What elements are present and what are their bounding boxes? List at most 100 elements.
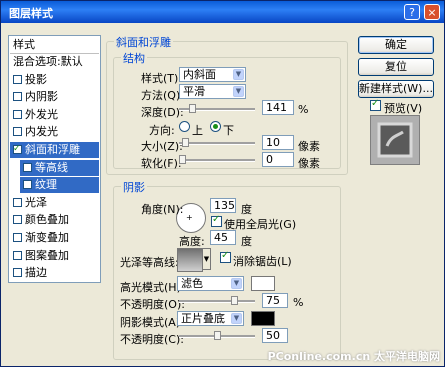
style-checkbox[interactable] xyxy=(13,74,22,84)
soften-input[interactable]: 0 xyxy=(262,152,294,167)
highlight-mode-label: 高光模式(H): xyxy=(120,281,185,294)
title-bar: 图层样式 ? × xyxy=(1,1,444,23)
style-checkbox[interactable] xyxy=(13,250,22,260)
style-preview-swatch xyxy=(370,115,420,165)
highlight-opacity-thumb[interactable] xyxy=(230,296,238,305)
new-style-button[interactable]: 新建样式(W)... xyxy=(358,80,434,98)
chevron-down-icon[interactable]: ▼ xyxy=(202,248,211,270)
direction-down-radio[interactable] xyxy=(210,121,221,132)
style-list-item-label: 等高线 xyxy=(35,160,68,174)
highlight-opacity-label: 不透明度(O): xyxy=(120,298,185,311)
soften-slider-thumb[interactable] xyxy=(179,155,186,164)
style-list-item[interactable]: 混合选项:默认 xyxy=(10,54,102,70)
style-list-item-label: 描边 xyxy=(25,266,47,280)
highlight-opacity-track[interactable] xyxy=(179,300,255,303)
angle-input[interactable]: 135 xyxy=(210,198,236,213)
size-input[interactable]: 10 xyxy=(262,135,294,150)
direction-label: 方向: xyxy=(149,124,175,137)
bevel-preview-icon xyxy=(377,122,413,158)
highlight-mode-select[interactable]: 滤色 ▼ xyxy=(177,276,244,291)
style-list-item[interactable]: 图案叠加 xyxy=(10,248,99,264)
style-checkbox[interactable] xyxy=(13,268,22,278)
style-list-item[interactable]: 外发光 xyxy=(10,107,99,123)
chevron-down-icon: ▼ xyxy=(231,313,242,324)
highlight-color-swatch[interactable] xyxy=(251,276,275,291)
style-checkbox[interactable] xyxy=(13,127,22,137)
angle-label: 角度(N): xyxy=(141,203,184,216)
anti-alias-checkbox[interactable] xyxy=(220,250,231,263)
direction-up-radio[interactable] xyxy=(179,121,190,132)
style-list-item-label: 纹理 xyxy=(35,178,57,192)
shadow-opacity-label: 不透明度(C): xyxy=(120,333,184,346)
depth-slider-thumb[interactable] xyxy=(188,104,196,113)
bevel-group-title: 斜面和浮雕 xyxy=(114,34,173,50)
style-list-item-label: 颜色叠加 xyxy=(25,213,69,227)
size-label: 大小(Z): xyxy=(141,140,183,153)
style-checkbox[interactable] xyxy=(13,141,22,157)
reset-button[interactable]: 复位 xyxy=(358,58,434,76)
style-label: 样式(T): xyxy=(141,72,183,85)
technique-label: 方法(Q): xyxy=(141,89,184,102)
highlight-opacity-input[interactable]: 75 xyxy=(262,293,288,308)
style-list-item[interactable]: 描边 xyxy=(10,265,99,281)
gloss-contour-label: 光泽等高线: xyxy=(120,256,179,269)
soften-unit: 像素 xyxy=(298,157,320,170)
shadow-mode-label: 阴影模式(A): xyxy=(120,316,184,329)
styles-list: 样式 混合选项:默认投影内阴影外发光内发光斜面和浮雕等高线纹理光泽颜色叠加渐变叠… xyxy=(8,35,101,283)
styles-list-header[interactable]: 样式 xyxy=(10,37,99,54)
style-list-item[interactable]: 内阴影 xyxy=(10,89,99,105)
style-list-item[interactable]: 纹理 xyxy=(20,177,99,194)
size-slider-thumb[interactable] xyxy=(181,138,189,147)
shadow-mode-select[interactable]: 正片叠底 ▼ xyxy=(177,311,244,326)
style-list-item[interactable]: 颜色叠加 xyxy=(10,212,99,228)
anti-alias-label: 消除锯齿(L) xyxy=(233,255,292,268)
style-list-item[interactable]: 光泽 xyxy=(10,195,99,211)
style-list-item[interactable]: 内发光 xyxy=(10,124,99,140)
style-list-item-label: 内发光 xyxy=(25,125,58,139)
gloss-contour-picker[interactable] xyxy=(177,248,203,272)
style-list-item[interactable]: 等高线 xyxy=(20,159,99,176)
shadow-color-swatch[interactable] xyxy=(251,311,275,326)
altitude-input[interactable]: 45 xyxy=(210,230,236,245)
style-list-item-label: 光泽 xyxy=(25,195,47,209)
ok-button[interactable]: 确定 xyxy=(358,36,434,54)
style-checkbox[interactable] xyxy=(13,233,22,242)
preview-label: 预览(V) xyxy=(384,102,423,115)
style-list-item[interactable]: 渐变叠加 xyxy=(10,230,99,246)
structure-title: 结构 xyxy=(121,50,147,66)
chevron-down-icon: ▼ xyxy=(233,69,244,80)
preview-checkbox[interactable] xyxy=(370,98,381,111)
depth-label: 深度(D): xyxy=(141,106,184,119)
style-checkbox[interactable] xyxy=(13,109,22,119)
watermark: PConline.com.cn 太平洋电脑网 xyxy=(267,350,440,363)
style-checkbox[interactable] xyxy=(23,180,32,190)
depth-input[interactable]: 141 xyxy=(262,100,294,115)
crosshair-icon: + xyxy=(186,213,193,222)
style-select[interactable]: 内斜面 ▼ xyxy=(179,67,246,82)
soften-slider-track[interactable] xyxy=(179,159,255,162)
style-checkbox[interactable] xyxy=(23,162,32,172)
shading-title: 阴影 xyxy=(121,179,147,195)
chevron-down-icon: ▼ xyxy=(233,86,244,97)
angle-unit: 度 xyxy=(241,203,252,216)
help-icon[interactable]: ? xyxy=(404,4,420,20)
direction-up-label: 上 xyxy=(192,124,203,137)
style-list-item[interactable]: 投影 xyxy=(10,72,99,88)
shadow-opacity-thumb[interactable] xyxy=(213,331,221,340)
direction-down-label: 下 xyxy=(223,124,234,137)
style-checkbox[interactable] xyxy=(13,197,22,207)
technique-select[interactable]: 平滑 ▼ xyxy=(179,84,246,99)
close-icon[interactable]: × xyxy=(424,4,440,20)
size-unit: 像素 xyxy=(298,140,320,153)
style-list-item-label: 图案叠加 xyxy=(25,248,69,262)
size-slider-track[interactable] xyxy=(179,142,255,145)
global-light-checkbox[interactable] xyxy=(211,214,222,227)
style-checkbox[interactable] xyxy=(13,215,22,225)
soften-label: 软化(F): xyxy=(141,157,182,170)
style-list-item-label: 混合选项:默认 xyxy=(13,55,83,68)
highlight-opacity-unit: % xyxy=(293,296,304,309)
shadow-opacity-input[interactable]: 50 xyxy=(262,328,288,343)
style-checkbox[interactable] xyxy=(13,92,22,102)
style-list-item-label: 投影 xyxy=(25,72,47,86)
style-list-item[interactable]: 斜面和浮雕 xyxy=(10,141,99,158)
